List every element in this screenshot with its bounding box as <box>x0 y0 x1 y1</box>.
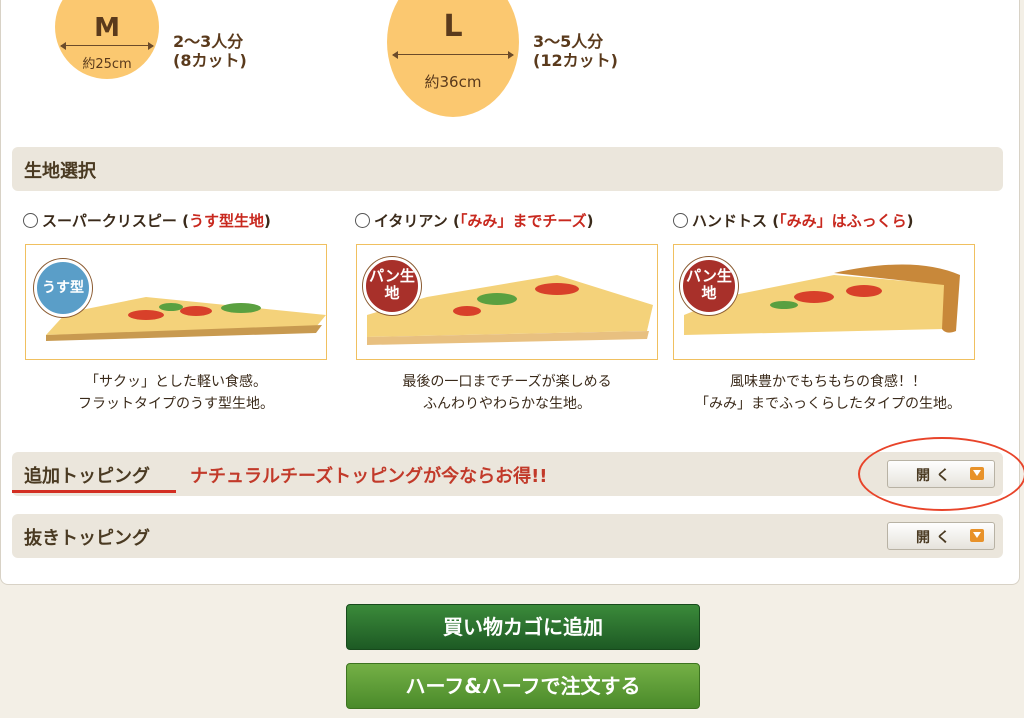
add-to-cart-button[interactable]: 買い物カゴに追加 <box>346 604 700 650</box>
option-2-desc-line2: ふんわりやわらかな生地。 <box>423 396 591 412</box>
size-l-serves: 3〜5人分 (12カット) <box>533 32 618 70</box>
option-2-name: イタリアン ( <box>374 212 460 230</box>
option-3-highlight: 「みみ」はふっくら <box>779 212 907 230</box>
size-m-arrow <box>60 42 154 50</box>
remove-topping-open-button[interactable]: 開く <box>887 522 995 550</box>
dough-section-title: 生地選択 <box>24 161 96 182</box>
dough-option-super-crispy[interactable]: スーパークリスピー (うす型生地) <box>23 210 271 231</box>
highlight-circle-annotation <box>858 437 1024 511</box>
chevron-down-icon <box>970 529 984 542</box>
super-crispy-image[interactable]: うす型 <box>25 244 327 360</box>
natural-cheese-promo: ナチュラルチーズトッピングが今ならお得!! <box>190 466 548 487</box>
option-2-highlight: 「みみ」までチーズ <box>459 212 587 230</box>
size-l-letter: L <box>443 9 463 44</box>
size-m-people: 2〜3人分 <box>173 32 244 51</box>
size-m-circle[interactable]: M 約25cm <box>55 0 159 79</box>
italian-image[interactable]: パン生地 <box>356 244 658 360</box>
radio-hand-toss[interactable] <box>673 213 688 228</box>
half-and-half-order-button[interactable]: ハーフ&ハーフで注文する <box>346 663 700 709</box>
size-l-diameter: 約36cm <box>424 73 482 91</box>
option-3-name: ハンドトス ( <box>692 212 780 230</box>
size-m-serves: 2〜3人分 (8カット) <box>173 32 247 70</box>
extra-topping-header[interactable]: 追加トッピング ナチュラルチーズトッピングが今ならお得!! 開く <box>12 452 1003 496</box>
option-3-desc-line2: 「みみ」までふっくらしたタイプの生地。 <box>695 396 961 412</box>
radio-super-crispy[interactable] <box>23 213 38 228</box>
radio-italian[interactable] <box>355 213 370 228</box>
dough-option-italian[interactable]: イタリアン (「みみ」までチーズ) <box>355 210 594 231</box>
hand-toss-description: 風味豊かでもちもちの食感！！ 「みみ」までふっくらしたタイプの生地。 <box>673 371 983 415</box>
remove-topping-header[interactable]: 抜きトッピング 開く <box>12 514 1003 558</box>
super-crispy-description: 「サクッ」とした軽い食感。 フラットタイプのうす型生地。 <box>25 371 327 415</box>
italian-description: 最後の一口までチーズが楽しめる ふんわりやわらかな生地。 <box>356 371 658 415</box>
size-m-diameter: 約25cm <box>82 57 132 72</box>
order-panel: M 約25cm 2〜3人分 (8カット) L 約36cm 3〜5人分 (12カッ… <box>0 0 1020 585</box>
open-button-label: 開く <box>916 530 956 546</box>
option-1-highlight: うす型生地 <box>188 212 264 230</box>
size-l-circle[interactable]: L 約36cm <box>387 0 519 117</box>
size-m-cuts: (8カット) <box>173 51 247 70</box>
option-3-desc-line1: 風味豊かでもちもちの食感！！ <box>730 374 926 390</box>
option-2-close: ) <box>586 212 594 230</box>
option-1-desc-line2: フラットタイプのうす型生地。 <box>78 396 274 412</box>
size-l-people: 3〜5人分 <box>533 32 604 51</box>
remove-topping-title: 抜きトッピング <box>24 528 150 549</box>
thin-badge-icon: うす型 <box>34 259 92 317</box>
dough-option-hand-toss[interactable]: ハンドトス (「みみ」はふっくら) <box>673 210 913 231</box>
option-1-name: スーパークリスピー ( <box>42 212 189 230</box>
extra-topping-title: 追加トッピング <box>24 466 150 487</box>
option-3-close: ) <box>906 212 914 230</box>
size-m-letter: M <box>94 13 120 43</box>
extra-topping-underline <box>12 490 176 493</box>
option-1-desc-line1: 「サクッ」とした軽い食感。 <box>85 374 267 390</box>
option-2-desc-line1: 最後の一口までチーズが楽しめる <box>402 374 612 390</box>
size-l-arrow <box>392 51 514 59</box>
option-1-close: ) <box>263 212 271 230</box>
bread-dough-badge-icon: パン生地 <box>680 257 738 315</box>
dough-section-header: 生地選択 <box>12 147 1003 191</box>
size-l-cuts: (12カット) <box>533 51 618 70</box>
hand-toss-image[interactable]: パン生地 <box>673 244 975 360</box>
bread-dough-badge-icon: パン生地 <box>363 257 421 315</box>
